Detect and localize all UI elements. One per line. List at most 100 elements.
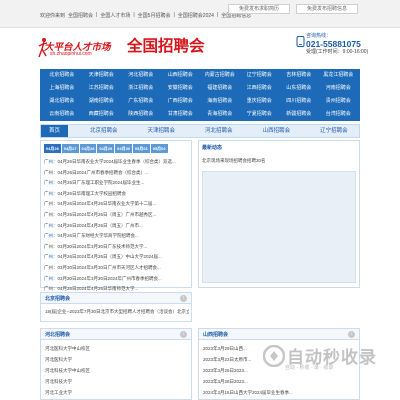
list-item[interactable]: 2023年3月28日2023... — [203, 376, 293, 387]
publish-jobs-button[interactable]: 免费发布招聘信息 — [296, 4, 358, 14]
top-link-welcome: 欢迎你来到 — [40, 13, 66, 19]
city-link[interactable]: 山东招聘会 — [279, 82, 319, 95]
city-link[interactable]: 海南招聘会 — [200, 95, 240, 108]
city-link[interactable]: 广西招聘会 — [161, 95, 201, 108]
city-link[interactable]: 甘肃招聘会 — [161, 108, 201, 121]
news-item[interactable]: 广州：04月26日2024广州市春季招聘会（综合类）... — [44, 168, 184, 179]
hebei-list: 河北医科大学中山校区 河北医科大学 河北科技大学中山校区 河北科技大学 河北工业… — [45, 343, 90, 398]
shanxi-list: 2023年3月29日山西... 2023年3月23日太原市... 2023年3月… — [203, 343, 293, 398]
city-link[interactable]: 陕西招聘会 — [121, 108, 161, 121]
city-link[interactable]: 安徽招聘会 — [161, 82, 201, 95]
top-bar: 欢迎你来到 全国招聘会 | 全国人才市场 | 全国5月招聘会 | 全国招聘会20… — [0, 0, 400, 28]
list-item[interactable]: 河北工业大学 — [45, 387, 90, 398]
news-item[interactable]: 广州：04月26日2024年4月26日（周五）广州市越秀区... — [44, 210, 184, 221]
city-link[interactable]: 河北招聘会 — [121, 69, 161, 82]
section-title[interactable]: 河北招聘会 — [45, 331, 70, 338]
top-link-talent-market[interactable]: 全国人才市场 — [100, 12, 130, 19]
top-link-national-fair[interactable]: 全国招聘会 — [68, 12, 93, 19]
tab-hebei[interactable]: 河北招聘会 — [197, 125, 241, 137]
city-link[interactable]: 新疆招聘会 — [279, 108, 319, 121]
more-icon[interactable]: › — [180, 331, 187, 338]
date-tab[interactable]: 05月02日 — [150, 144, 168, 160]
tab-tianjin[interactable]: 天津招聘会 — [140, 125, 184, 137]
city-link[interactable]: 湖南招聘会 — [82, 95, 122, 108]
news-text: 03月30日2024年3月30日2024年广州市春季招聘会... — [57, 275, 162, 281]
section-header: 河北招聘会 › — [41, 329, 191, 340]
city-link[interactable]: 台湾招聘会 — [319, 108, 359, 121]
tab-shanxi[interactable]: 山西招聘会 — [255, 125, 299, 137]
city-link[interactable]: 四川招聘会 — [279, 95, 319, 108]
city-link[interactable]: 辽宁招聘会 — [240, 69, 280, 82]
city-link[interactable]: 湖北招聘会 — [42, 95, 82, 108]
news-item[interactable]: 广州：04月26日2024年4月26日（周五）广州市... — [44, 221, 184, 232]
news-item[interactable]: 广州：04月26日广东财经大学华商学院招聘会... — [44, 231, 184, 242]
section-text[interactable]: 18(届)企业--2023年7月30日北京市大型招聘人才招聘会（洽谈会）北京立水… — [45, 309, 189, 315]
news-text: 广州：04月26日2024年4月26日华南农业大学第十二届... — [44, 201, 157, 207]
date-tab[interactable]: 05月01日 — [132, 144, 150, 160]
tab-liaoning[interactable]: 辽宁招聘会 — [312, 125, 356, 137]
city-link[interactable]: 贵州招聘会 — [319, 95, 359, 108]
city-link[interactable]: 福建招聘会 — [200, 82, 240, 95]
city-link[interactable]: 宁夏招聘会 — [240, 108, 280, 121]
city-link[interactable]: 西藏招聘会 — [82, 108, 122, 121]
list-item[interactable]: 河北科技大学 — [45, 376, 90, 387]
news-city: 广州： — [44, 180, 58, 186]
city-link[interactable]: 天津招聘会 — [82, 69, 122, 82]
top-link-2024-fair[interactable]: 全国招聘会2024 — [178, 12, 214, 19]
site-header: 大平台人才市场 sh.zhaopinhui.com 全国招聘会 咨询热线： 02… — [0, 28, 400, 68]
date-tab[interactable]: 04月29日 — [97, 144, 115, 160]
list-item[interactable]: 2023年3月26日2023... — [203, 365, 293, 376]
city-link[interactable]: 重庆招聘会 — [240, 95, 280, 108]
news-item[interactable]: 广州：04月26日华南农业大学2024届毕业生春季（综合类）双选... — [44, 157, 184, 168]
city-link[interactable]: 江苏招聘会 — [82, 82, 122, 95]
city-link[interactable]: 河南招聘会 — [319, 82, 359, 95]
news-item[interactable]: 广州：03月30日2024年3月30日广州市天河区人才招聘会... — [44, 263, 184, 274]
city-link[interactable]: 云南招聘会 — [42, 108, 82, 121]
list-item[interactable]: 2023年3月29日山西... — [203, 343, 293, 354]
section-title[interactable]: 北京招聘会 — [45, 295, 70, 302]
city-link[interactable]: 黑龙江招聘会 — [319, 69, 359, 82]
news-text: 广州：04月26日2024年4月26日（周五）广州市越秀区... — [44, 211, 157, 217]
city-link[interactable]: 青海招聘会 — [200, 108, 240, 121]
latest-news-item[interactable]: 北京现场来现场招聘会招聘30名 — [202, 158, 266, 164]
news-item[interactable]: 广州：04月26日广东理工职业学院2024届毕业生... — [44, 178, 184, 189]
tab-home[interactable]: 首页 — [41, 125, 69, 137]
city-link[interactable]: 上海招聘会 — [42, 82, 82, 95]
news-text: 广州：04月26日2024广州市春季招聘会（综合类）... — [44, 169, 149, 175]
city-link[interactable]: 山西招聘会 — [161, 69, 201, 82]
city-link[interactable]: 北京招聘会 — [42, 69, 82, 82]
list-item[interactable]: 河北医科大学中山校区 — [45, 343, 90, 354]
section-title[interactable]: 山西招聘会 — [203, 331, 228, 338]
list-item[interactable]: 河北科技大学中山校区 — [45, 365, 90, 376]
city-link[interactable]: 广东招聘会 — [121, 95, 161, 108]
site-tagline: 全国招聘会 — [127, 38, 205, 55]
date-tab[interactable]: 04月26日 — [44, 144, 61, 160]
tab-beijing[interactable]: 北京招聘会 — [82, 125, 126, 137]
date-tab[interactable]: 04月30日 — [115, 144, 132, 160]
news-text: 04月26日华南农业大学2024届毕业生春季（综合类）双选... — [57, 159, 176, 164]
more-icon[interactable]: › — [180, 295, 187, 302]
top-link-may-fair[interactable]: 全国5月招聘会 — [138, 12, 171, 19]
news-city: 广州： — [44, 233, 58, 239]
publish-resume-button[interactable]: 免费发布求职简历 — [228, 4, 290, 14]
ad-placeholder — [202, 171, 356, 283]
news-item[interactable]: 广州：04月26日2024年4月26日（周五）中山大学2024届... — [44, 252, 184, 263]
site-logo[interactable]: 大平台人才市场 sh.zhaopinhui.com — [38, 37, 120, 61]
list-item[interactable]: 2023年3月23日太原市... — [203, 354, 293, 365]
news-item[interactable]: 广州：03月30日2024年3月30日广东技术师范大学... — [44, 242, 184, 253]
city-link[interactable]: 浙江招聘会 — [121, 82, 161, 95]
news-item[interactable]: 广州：04月26日华南理工大学校园招聘会 — [44, 189, 184, 200]
news-city: 广州： — [44, 190, 58, 196]
date-tab[interactable]: 04月27日 — [61, 144, 79, 160]
news-item[interactable]: 广州：03月30日2024年3月30日2024年广州市春季招聘会... — [44, 274, 184, 285]
date-tab[interactable]: 04月28日 — [79, 144, 97, 160]
news-text: 04月26日华南理工大学校园招聘会 — [57, 190, 127, 196]
news-text: 04月26日广东理工职业学院2024届毕业生... — [57, 180, 145, 186]
city-link[interactable]: 吉林招聘会 — [279, 69, 319, 82]
list-item[interactable]: 2024年3月16日山西大学2024届毕业生春季... — [203, 387, 293, 398]
city-link[interactable]: 江西招聘会 — [240, 82, 280, 95]
list-item[interactable]: 河北医科大学 — [45, 354, 90, 365]
more-icon[interactable]: › — [348, 331, 355, 338]
city-link[interactable]: 内蒙古招聘会 — [200, 69, 240, 82]
news-item[interactable]: 广州：04月26日2024年4月26日华南农业大学第十二届... — [44, 199, 184, 210]
